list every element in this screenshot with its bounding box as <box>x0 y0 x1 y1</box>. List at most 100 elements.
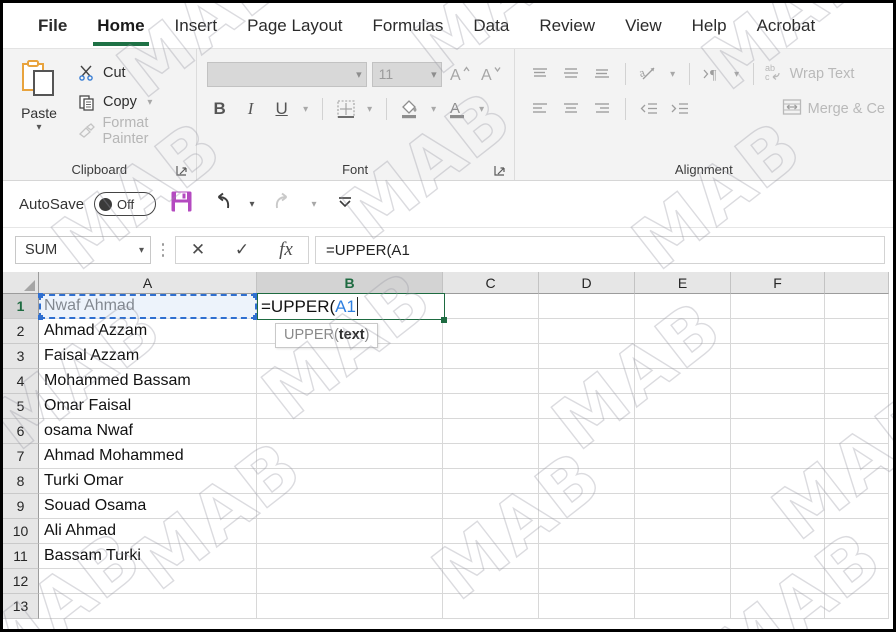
paste-button[interactable]: Paste ▾ <box>3 55 75 159</box>
cell-C6[interactable] <box>443 419 539 444</box>
row-header-12[interactable]: 12 <box>3 569 39 594</box>
cell-E2[interactable] <box>635 319 731 344</box>
borders-icon[interactable] <box>333 96 359 122</box>
decrease-font-size-icon[interactable]: A <box>478 61 504 87</box>
align-bottom-icon[interactable] <box>589 61 615 87</box>
cell-C13[interactable] <box>443 594 539 619</box>
copy-button[interactable]: Copy ▾ <box>75 90 196 114</box>
select-all-button[interactable] <box>3 272 39 294</box>
cell-D5[interactable] <box>539 394 635 419</box>
cell-B6[interactable] <box>257 419 443 444</box>
cell-B5[interactable] <box>257 394 443 419</box>
customize-quick-access-toolbar-button[interactable] <box>330 189 360 219</box>
row-header-2[interactable]: 2 <box>3 319 39 344</box>
cell-C2[interactable] <box>443 319 539 344</box>
ribbon-tab-home[interactable]: Home <box>84 12 157 46</box>
font-color-chevron-down-icon[interactable]: ▾ <box>476 104 488 115</box>
cell-D4[interactable] <box>539 369 635 394</box>
increase-font-size-icon[interactable]: A <box>447 61 473 87</box>
ribbon-tab-formulas[interactable]: Formulas <box>360 12 457 40</box>
paste-chevron-down-icon[interactable]: ▾ <box>36 123 41 133</box>
cell-F6[interactable] <box>731 419 825 444</box>
formula-input[interactable]: =UPPER(A1 <box>315 236 885 264</box>
cell-E7[interactable] <box>635 444 731 469</box>
cell-partial-13[interactable] <box>825 594 889 619</box>
cell-C11[interactable] <box>443 544 539 569</box>
column-header-A[interactable]: A <box>39 272 257 294</box>
row-header-11[interactable]: 11 <box>3 544 39 569</box>
cell-D2[interactable] <box>539 319 635 344</box>
align-left-icon[interactable] <box>527 96 553 122</box>
cell-D3[interactable] <box>539 344 635 369</box>
ribbon-tab-insert[interactable]: Insert <box>162 12 231 40</box>
ribbon-tab-help[interactable]: Help <box>679 12 740 40</box>
cell-A11[interactable]: Bassam Turki <box>39 544 257 569</box>
row-header-6[interactable]: 6 <box>3 419 39 444</box>
cell-E5[interactable] <box>635 394 731 419</box>
align-top-icon[interactable] <box>527 61 553 87</box>
borders-chevron-down-icon[interactable]: ▾ <box>364 104 376 115</box>
fill-handle[interactable] <box>441 317 447 323</box>
cell-C12[interactable] <box>443 569 539 594</box>
cell-partial-3[interactable] <box>825 344 889 369</box>
cell-D7[interactable] <box>539 444 635 469</box>
cell-B11[interactable] <box>257 544 443 569</box>
align-right-icon[interactable] <box>589 96 615 122</box>
decrease-indent-icon[interactable] <box>636 96 662 122</box>
column-header-F[interactable]: F <box>731 272 825 294</box>
align-middle-icon[interactable] <box>558 61 584 87</box>
cell-E6[interactable] <box>635 419 731 444</box>
text-direction-chevron-down-icon[interactable]: ▾ <box>731 69 743 80</box>
column-header-partial[interactable] <box>825 272 889 294</box>
row-header-4[interactable]: 4 <box>3 369 39 394</box>
increase-indent-icon[interactable] <box>667 96 693 122</box>
bold-button[interactable]: B <box>207 96 233 122</box>
cell-B7[interactable] <box>257 444 443 469</box>
column-header-C[interactable]: C <box>443 272 539 294</box>
cell-A13[interactable] <box>39 594 257 619</box>
cell-partial-9[interactable] <box>825 494 889 519</box>
insert-function-button[interactable]: fx <box>264 237 308 263</box>
cell-D10[interactable] <box>539 519 635 544</box>
italic-button[interactable]: I <box>238 96 264 122</box>
redo-button[interactable] <box>268 189 298 219</box>
cell-partial-12[interactable] <box>825 569 889 594</box>
font-dialog-launcher-icon[interactable] <box>494 165 506 177</box>
cell-C8[interactable] <box>443 469 539 494</box>
cell-partial-11[interactable] <box>825 544 889 569</box>
cell-E1[interactable] <box>635 294 731 319</box>
formula-bar-grip[interactable] <box>157 243 169 257</box>
cell-C10[interactable] <box>443 519 539 544</box>
cell-E3[interactable] <box>635 344 731 369</box>
cell-D9[interactable] <box>539 494 635 519</box>
row-header-10[interactable]: 10 <box>3 519 39 544</box>
cell-F4[interactable] <box>731 369 825 394</box>
cell-E12[interactable] <box>635 569 731 594</box>
cell-E8[interactable] <box>635 469 731 494</box>
cell-B12[interactable] <box>257 569 443 594</box>
row-header-3[interactable]: 3 <box>3 344 39 369</box>
font-color-icon[interactable]: A <box>445 96 471 122</box>
cell-C4[interactable] <box>443 369 539 394</box>
orientation-chevron-down-icon[interactable]: ▾ <box>667 69 679 80</box>
undo-chevron-down-icon[interactable]: ▾ <box>246 199 258 210</box>
cell-A12[interactable] <box>39 569 257 594</box>
wrap-text-button[interactable]: ab c Wrap Text <box>764 62 855 86</box>
cell-F5[interactable] <box>731 394 825 419</box>
cell-A3[interactable]: Faisal Azzam <box>39 344 257 369</box>
cell-A7[interactable]: Ahmad Mohammed <box>39 444 257 469</box>
text-direction-icon[interactable]: ¶ <box>700 61 726 87</box>
orientation-icon[interactable]: a <box>636 61 662 87</box>
cell-F9[interactable] <box>731 494 825 519</box>
align-center-icon[interactable] <box>558 96 584 122</box>
cell-A2[interactable]: Ahmad Azzam <box>39 319 257 344</box>
redo-chevron-down-icon[interactable]: ▾ <box>308 199 320 210</box>
cell-partial-7[interactable] <box>825 444 889 469</box>
row-header-13[interactable]: 13 <box>3 594 39 619</box>
row-header-9[interactable]: 9 <box>3 494 39 519</box>
name-box[interactable]: SUM ▾ <box>15 236 151 264</box>
format-painter-button[interactable]: Format Painter <box>75 115 196 147</box>
clipboard-dialog-launcher-icon[interactable] <box>176 165 188 177</box>
cell-partial-5[interactable] <box>825 394 889 419</box>
cell-B8[interactable] <box>257 469 443 494</box>
